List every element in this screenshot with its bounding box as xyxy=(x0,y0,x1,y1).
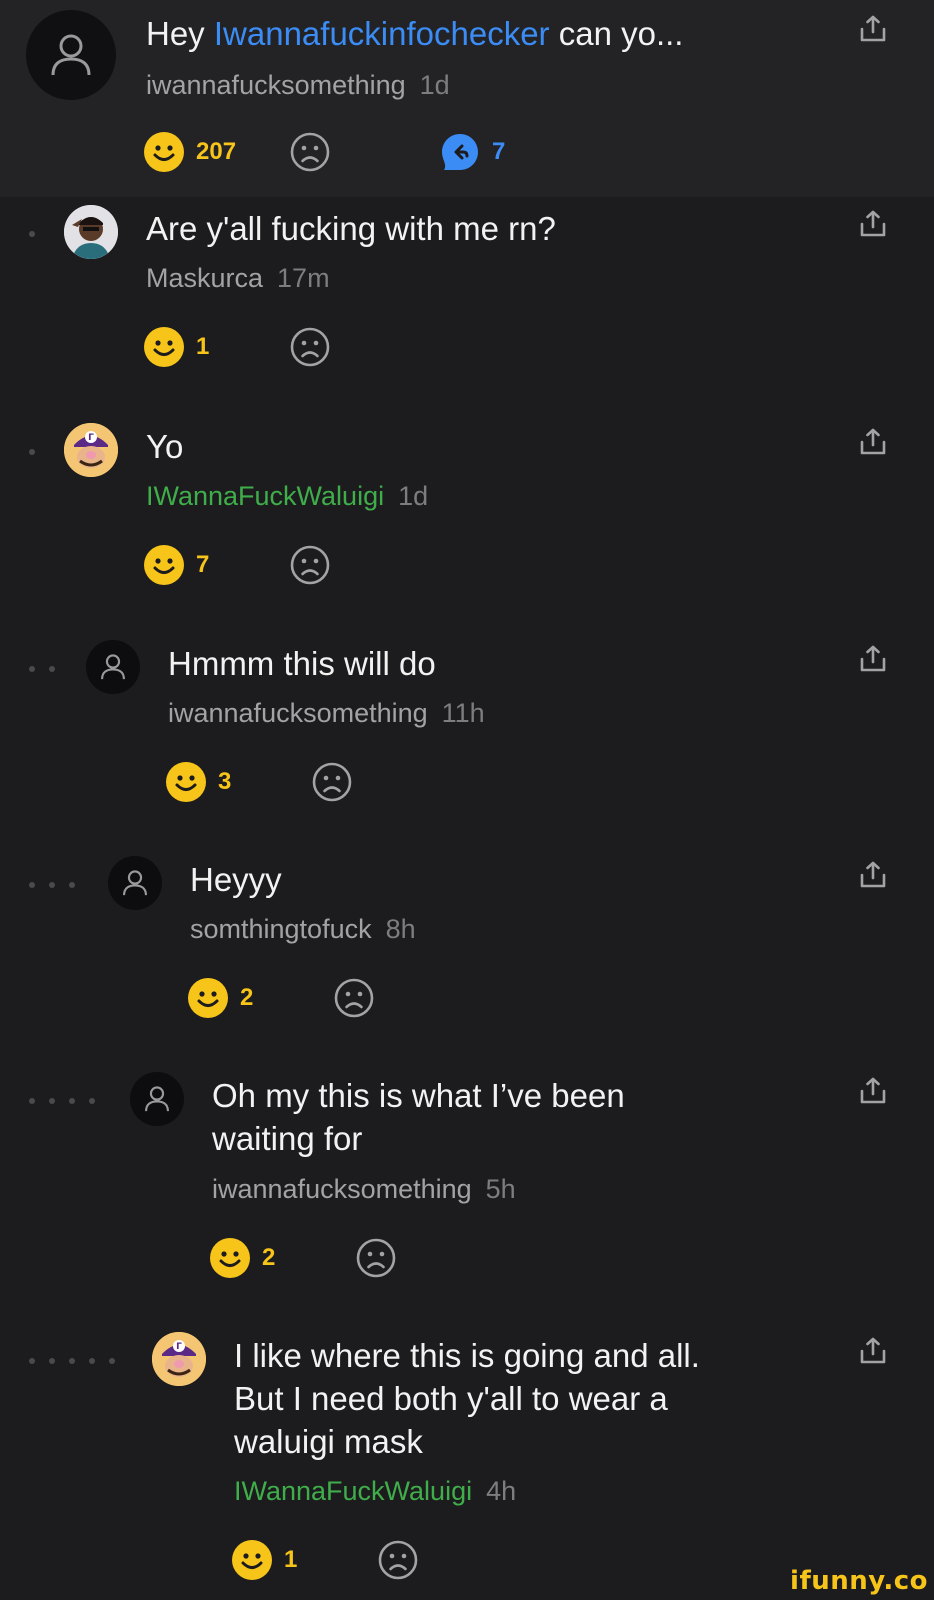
comment-text: Yo xyxy=(146,428,184,465)
frown-icon[interactable] xyxy=(290,545,330,585)
user-icon xyxy=(101,654,125,680)
smile-count: 1 xyxy=(196,333,210,360)
comment-actions: 2 xyxy=(210,1238,396,1278)
timestamp: 5h xyxy=(485,1174,516,1204)
comment-meta: Maskurca 17m xyxy=(146,263,330,294)
watermark: ifunny.co xyxy=(790,1566,928,1596)
timestamp: 17m xyxy=(277,263,330,293)
thread-depth-dots xyxy=(29,449,35,455)
author-name[interactable]: IWannaFuckWaluigi xyxy=(146,481,384,511)
author-name[interactable]: somthingtofuck xyxy=(190,914,372,944)
smile-icon[interactable] xyxy=(144,545,184,585)
thread-depth-dots xyxy=(29,231,35,237)
avatar[interactable]: Γ xyxy=(64,423,118,477)
comment-item: Γ Yo IWannaFuckWaluigi 1d 7 xyxy=(0,415,934,615)
reply-count: 7 xyxy=(492,138,506,165)
frown-icon[interactable] xyxy=(290,132,330,172)
comment-text: I like where this is going and all. But … xyxy=(234,1337,700,1460)
svg-text:Γ: Γ xyxy=(176,1342,182,1352)
smile-icon[interactable] xyxy=(232,1540,272,1580)
share-icon[interactable] xyxy=(858,1336,888,1366)
avatar[interactable]: Γ xyxy=(152,1332,206,1386)
smile-icon[interactable] xyxy=(166,762,206,802)
comment-actions: 207 7 xyxy=(144,132,505,172)
comment-actions: 1 xyxy=(232,1540,418,1580)
profile-photo xyxy=(64,205,118,259)
thread-depth-dots xyxy=(29,882,75,888)
comment-meta: IWannaFuckWaluigi 4h xyxy=(234,1476,516,1507)
timestamp: 1d xyxy=(398,481,429,511)
comment-item: Hmmm this will do iwannafucksomething 11h… xyxy=(0,632,934,832)
smile-count: 2 xyxy=(240,984,254,1011)
comment-meta: iwannafucksomething 1d xyxy=(146,70,450,101)
smile-count: 7 xyxy=(196,551,210,578)
author-name[interactable]: Maskurca xyxy=(146,263,263,293)
avatar[interactable] xyxy=(108,856,162,910)
avatar[interactable] xyxy=(64,205,118,259)
share-icon[interactable] xyxy=(858,209,888,239)
avatar[interactable] xyxy=(130,1072,184,1126)
reply-button[interactable]: 7 xyxy=(440,132,505,172)
waluigi-avatar-icon: Γ xyxy=(152,1332,206,1386)
share-icon[interactable] xyxy=(858,1076,888,1106)
mention-link[interactable]: Iwannafuckinfochecker xyxy=(214,15,550,52)
frown-icon[interactable] xyxy=(378,1540,418,1580)
author-name[interactable]: iwannafucksomething xyxy=(212,1174,472,1204)
smile-count: 2 xyxy=(262,1244,276,1271)
author-name[interactable]: IWannaFuckWaluigi xyxy=(234,1476,472,1506)
author-name[interactable]: iwannafucksomething xyxy=(168,698,428,728)
user-icon xyxy=(145,1086,169,1112)
thread-depth-dots xyxy=(29,1358,115,1364)
comment-item: Heyyy somthingtofuck 8h 2 xyxy=(0,848,934,1048)
thread-depth-dots xyxy=(29,1098,95,1104)
comment-item: Γ I like where this is going and all. Bu… xyxy=(0,1324,934,1600)
comment-actions: 7 xyxy=(144,545,330,585)
frown-icon[interactable] xyxy=(290,327,330,367)
smile-icon[interactable] xyxy=(188,978,228,1018)
frown-icon[interactable] xyxy=(312,762,352,802)
smile-count: 3 xyxy=(218,768,232,795)
frown-icon[interactable] xyxy=(334,978,374,1018)
thread-depth-dots xyxy=(29,666,55,672)
comment-item: Are y'all fucking with me rn? Maskurca 17… xyxy=(0,197,934,397)
smile-icon[interactable] xyxy=(144,132,184,172)
comment-text: Oh my this is what I’ve been waiting for xyxy=(212,1077,625,1157)
smile-icon[interactable] xyxy=(210,1238,250,1278)
timestamp: 11h xyxy=(441,698,485,728)
waluigi-avatar-icon: Γ xyxy=(64,423,118,477)
comment-actions: 2 xyxy=(188,978,374,1018)
comment-actions: 1 xyxy=(144,327,330,367)
smile-count: 207 xyxy=(196,138,237,165)
share-icon[interactable] xyxy=(858,14,888,44)
comment-text: Hmmm this will do xyxy=(168,645,436,682)
smile-icon[interactable] xyxy=(144,327,184,367)
share-icon[interactable] xyxy=(858,644,888,674)
timestamp: 8h xyxy=(385,914,416,944)
comment-actions: 3 xyxy=(166,762,352,802)
share-icon[interactable] xyxy=(858,860,888,890)
comment-text: Hey Iwannafuckinfochecker can yo... xyxy=(146,15,684,52)
svg-text:Γ: Γ xyxy=(88,433,94,443)
user-icon xyxy=(123,870,147,896)
comment-item: Oh my this is what I’ve been waiting for… xyxy=(0,1064,934,1309)
comment-meta: somthingtofuck 8h xyxy=(190,914,416,945)
frown-icon[interactable] xyxy=(356,1238,396,1278)
comment-meta: iwannafucksomething 11h xyxy=(168,698,485,729)
timestamp: 1d xyxy=(419,70,450,100)
share-icon[interactable] xyxy=(858,427,888,457)
avatar[interactable] xyxy=(86,640,140,694)
user-icon xyxy=(51,34,91,76)
comment-text: Are y'all fucking with me rn? xyxy=(146,210,556,247)
comment-meta: IWannaFuckWaluigi 1d xyxy=(146,481,428,512)
timestamp: 4h xyxy=(486,1476,517,1506)
comment-meta: iwannafucksomething 5h xyxy=(212,1174,516,1205)
top-comment: Hey Iwannafuckinfochecker can yo... iwan… xyxy=(0,0,934,197)
author-name[interactable]: iwannafucksomething xyxy=(146,70,406,100)
avatar[interactable] xyxy=(26,10,116,100)
smile-count: 1 xyxy=(284,1546,298,1573)
comment-text: Heyyy xyxy=(190,861,282,898)
reply-icon xyxy=(442,134,478,170)
